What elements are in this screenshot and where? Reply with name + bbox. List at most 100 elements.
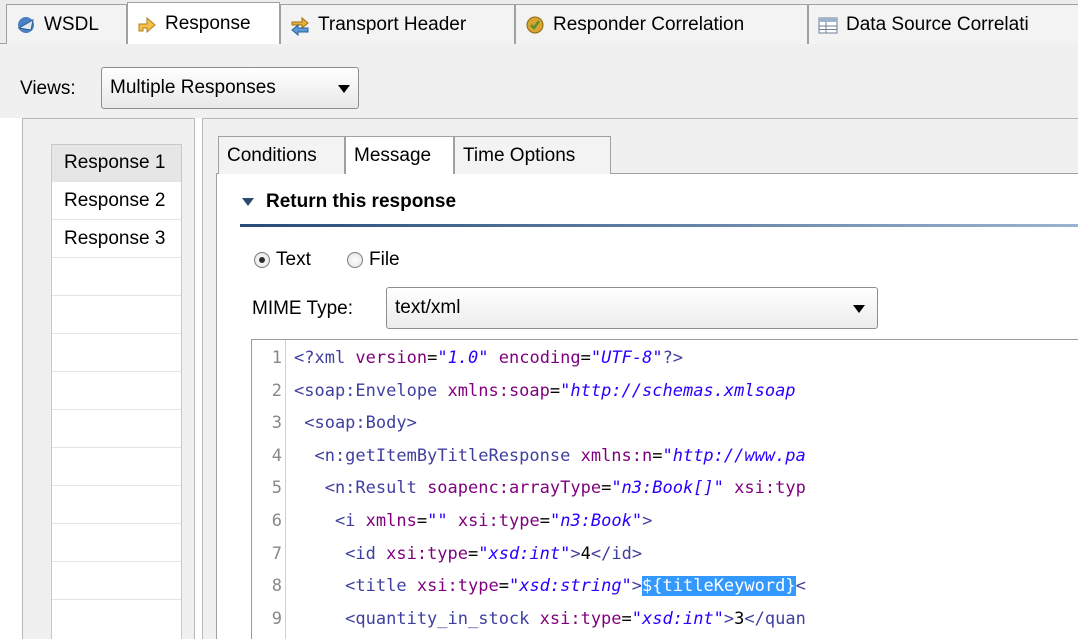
code-token: > (642, 511, 653, 531)
code-token: <i (294, 511, 366, 531)
code-token: <soap:Body> (294, 413, 417, 434)
radio-selected-icon (254, 252, 270, 268)
line-number: 5 (271, 478, 282, 499)
code-line: <i xmlns="" xsi:type="n3:Book"> (294, 511, 652, 531)
code-token: xsi:type (457, 511, 540, 531)
code-line: <title xsi:type="xsd:string">${titleKeyw… (294, 576, 806, 597)
radio-text[interactable]: Text (254, 247, 311, 273)
data-source-table-icon (817, 14, 839, 36)
list-divider (52, 295, 181, 296)
xml-editor[interactable]: 123456789 <?xml version="1.0" encoding="… (251, 339, 1078, 639)
code-token: = (621, 608, 632, 629)
list-divider (52, 523, 181, 524)
code-token: = (468, 543, 479, 564)
response-arrow-icon (136, 13, 158, 35)
code-line: <?xml version="1.0" encoding="UTF-8"?> (294, 348, 683, 368)
line-number: 6 (271, 511, 282, 531)
code-token: </quan (744, 608, 806, 629)
code-token: "xsd:string" (508, 576, 632, 597)
section-toggle-return-response[interactable]: Return this response (242, 187, 456, 217)
tab-data-source-correlation-label: Data Source Correlati (846, 13, 1029, 35)
list-divider (52, 447, 181, 448)
tab-responder-correlation[interactable]: Responder Correlation (515, 4, 808, 44)
list-divider (52, 409, 181, 410)
code-token: xsi:type (386, 543, 469, 564)
code-token: = (416, 511, 428, 531)
code-token: < (795, 576, 806, 597)
list-divider (52, 371, 181, 372)
responses-list: Response 1 Response 2 Response 3 (51, 144, 182, 639)
tab-conditions[interactable]: Conditions (218, 136, 345, 174)
tab-message[interactable]: Message (345, 136, 454, 175)
editor-tab-strip: WSDL Response Transport Header Responder… (0, 0, 1078, 45)
tab-message-label: Message (354, 145, 432, 166)
line-number-gutter: 1 2 3 4 5 6 7 8 9 (252, 340, 286, 639)
code-line: <n:Result soapenc:arrayType="n3:Book[]" … (294, 478, 806, 498)
tab-response-label: Response (165, 13, 251, 34)
code-token: > (631, 576, 643, 597)
selected-text: ${titleKeyword} (642, 576, 796, 597)
code-token: = (580, 348, 591, 368)
code-token: > (723, 608, 735, 629)
code-token: <id (294, 543, 387, 564)
tab-responder-correlation-label: Responder Correlation (553, 13, 745, 35)
radio-unselected-icon (347, 252, 363, 268)
list-item-response-1[interactable]: Response 1 (52, 145, 181, 182)
line-number: 9 (271, 608, 282, 629)
expand-triangle-icon (242, 198, 254, 206)
chevron-down-icon (853, 305, 865, 313)
mime-type-label: MIME Type: (252, 298, 354, 319)
tab-time-options-label: Time Options (463, 144, 576, 166)
code-token: xmlns:soap (447, 380, 550, 401)
code-token: "1.0" (437, 348, 489, 368)
tab-response[interactable]: Response (127, 2, 280, 45)
section-title: Return this response (266, 191, 457, 212)
list-divider (52, 333, 181, 334)
responder-correlation-icon (524, 14, 546, 36)
code-token: ?> (662, 348, 684, 368)
code-token: </id> (590, 543, 643, 564)
line-number: 8 (271, 576, 282, 597)
code-token: xsi:type (539, 608, 622, 629)
response-2-label: Response 2 (64, 190, 166, 211)
transport-header-icon (289, 14, 311, 36)
code-token: <soap:Envelope (294, 380, 448, 401)
code-line: <quantity_in_stock xsi:type="xsd:int">3<… (294, 609, 806, 629)
code-token: = (498, 576, 509, 597)
list-item-response-3[interactable]: Response 3 (52, 221, 181, 258)
code-token: <n:getItemByTitleResponse (294, 445, 581, 466)
list-divider (52, 485, 181, 486)
code-token: "xsd:int" (478, 543, 571, 564)
code-token: = (539, 511, 550, 531)
code-token: "n3:Book[]" (611, 478, 724, 499)
wsdl-icon (15, 14, 37, 36)
code-token: xsi:type (416, 576, 499, 597)
code-token: <quantity_in_stock (294, 608, 540, 629)
list-divider (52, 599, 181, 600)
radio-file-label: File (369, 249, 400, 270)
line-number: 3 (271, 413, 282, 434)
code-token: "UTF-8" (590, 348, 663, 368)
list-item-response-2[interactable]: Response 2 (52, 183, 181, 220)
tab-data-source-correlation[interactable]: Data Source Correlati (808, 4, 1078, 44)
radio-file[interactable]: File (347, 247, 400, 273)
tab-transport-header[interactable]: Transport Header (280, 4, 515, 44)
tab-time-options[interactable]: Time Options (454, 136, 611, 174)
code-token: "" (427, 511, 448, 531)
mime-type-dropdown[interactable]: text/xml (386, 287, 878, 329)
code-token: > (570, 543, 581, 564)
radio-text-label: Text (276, 249, 311, 270)
code-token: "http://schemas.xmlsoap (560, 380, 796, 401)
tab-wsdl[interactable]: WSDL (6, 4, 127, 44)
views-dropdown[interactable]: Multiple Responses (101, 67, 359, 109)
views-label: Views: (20, 78, 76, 99)
tab-wsdl-label: WSDL (44, 13, 99, 35)
mime-type-value: text/xml (395, 297, 461, 318)
line-number: 4 (271, 445, 282, 466)
code-token: 3 (734, 608, 745, 629)
code-token: = (601, 478, 612, 499)
line-number: 2 (271, 380, 282, 401)
